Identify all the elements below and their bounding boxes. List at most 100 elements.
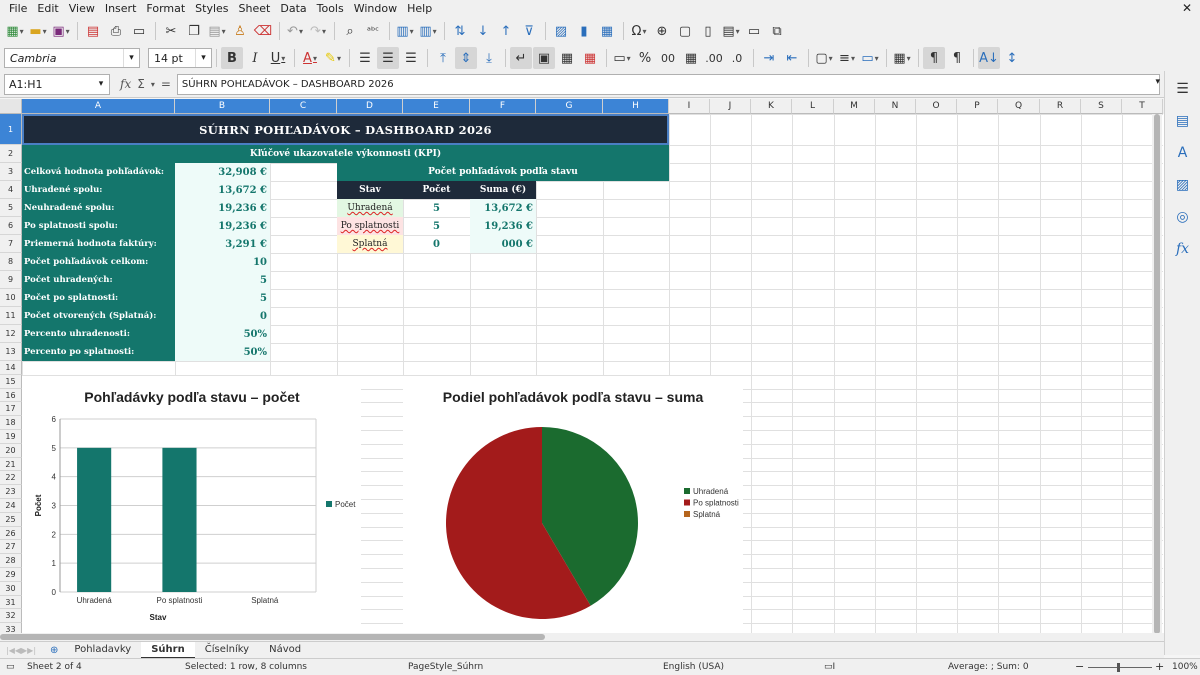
status-count[interactable]: 5 xyxy=(403,217,470,235)
undo-icon[interactable]: ↶ xyxy=(284,20,306,42)
formula-icon[interactable]: = xyxy=(161,77,171,91)
sheet-tab[interactable]: Pohladavky xyxy=(64,642,141,659)
column-header-g[interactable]: G xyxy=(536,99,603,114)
row-header[interactable]: 9 xyxy=(0,271,22,289)
paste-icon[interactable]: ▤ xyxy=(206,20,228,42)
merge-center-icon[interactable]: ▣ xyxy=(533,47,555,69)
print-preview-icon[interactable]: ▭ xyxy=(128,20,150,42)
find-replace-icon[interactable]: ⌕ xyxy=(339,20,361,42)
kpi-label[interactable]: Po splatnosti spolu: xyxy=(22,217,175,235)
column-header-q[interactable]: Q xyxy=(998,99,1040,114)
redo-icon[interactable]: ↷ xyxy=(307,20,329,42)
row-header[interactable]: 15 xyxy=(0,374,22,389)
print-icon[interactable]: ⎙ xyxy=(105,20,127,42)
text-left-to-right-icon[interactable]: A↓ xyxy=(978,47,1000,69)
kpi-label[interactable]: Počet otvorených (Splatná): xyxy=(22,307,175,325)
clear-formatting-icon[interactable]: ⌫ xyxy=(252,20,274,42)
highlight-color-icon[interactable]: ✎ xyxy=(322,47,344,69)
last-sheet-icon[interactable]: ▶| xyxy=(27,646,36,655)
ltr-direction-icon[interactable]: ¶ xyxy=(923,47,945,69)
status-name[interactable]: Po splatnosti xyxy=(337,217,403,235)
border-style-icon[interactable]: ≡ xyxy=(836,47,858,69)
autofilter-icon[interactable]: ⊽ xyxy=(518,20,540,42)
column-header-d[interactable]: D xyxy=(337,99,403,114)
align-right-icon[interactable]: ☰ xyxy=(400,47,422,69)
zoom-slider[interactable] xyxy=(1088,667,1152,668)
insert-image-icon[interactable]: ▨ xyxy=(550,20,572,42)
spelling-icon[interactable]: ᵃᵇᶜ xyxy=(362,20,384,42)
cut-icon[interactable]: ✂ xyxy=(160,20,182,42)
define-print-area-icon[interactable]: ▤ xyxy=(720,20,742,42)
currency-format-icon[interactable]: ▭ xyxy=(611,47,633,69)
kpi-label[interactable]: Počet po splatnosti: xyxy=(22,289,175,307)
text-top-to-bottom-icon[interactable]: ↕ xyxy=(1001,47,1023,69)
increase-indent-icon[interactable]: ⇥ xyxy=(758,47,780,69)
borders-icon[interactable]: ▢ xyxy=(813,47,835,69)
kpi-value[interactable]: 5 xyxy=(175,289,270,307)
status-sum[interactable]: 000 € xyxy=(470,235,536,253)
selection-mode-icon[interactable]: ▭I xyxy=(824,662,835,672)
column-header-o[interactable]: O xyxy=(916,99,957,114)
kpi-value[interactable]: 10 xyxy=(175,253,270,271)
row-header[interactable]: 24 xyxy=(0,499,22,513)
column-header-a[interactable]: A xyxy=(22,99,175,114)
status-column-header[interactable]: Suma (€) xyxy=(470,181,536,199)
pie-chart[interactable]: Podiel pohľadávok podľa stavu – suma Uhra… xyxy=(403,376,743,633)
row-header[interactable]: 10 xyxy=(0,289,22,307)
menu-insert[interactable]: Insert xyxy=(100,0,142,17)
column-header-n[interactable]: N xyxy=(875,99,916,114)
row-header[interactable]: 27 xyxy=(0,540,22,555)
status-sum[interactable]: 13,672 € xyxy=(470,199,536,217)
bar-chart[interactable]: Pohľadávky podľa stavu – počet 0 1 2 3 4 5 6 Uhr… xyxy=(22,376,361,633)
kpi-value[interactable]: 19,236 € xyxy=(175,217,270,235)
row-header[interactable]: 4 xyxy=(0,181,22,199)
menu-tools[interactable]: Tools xyxy=(312,0,349,17)
kpi-value[interactable]: 13,672 € xyxy=(175,181,270,199)
row-header[interactable]: 2 xyxy=(0,145,22,163)
delete-decimal-button[interactable]: .0 xyxy=(726,47,748,69)
first-sheet-icon[interactable]: |◀ xyxy=(6,646,15,655)
row-header[interactable]: 1 xyxy=(0,114,22,145)
kpi-header[interactable]: Kľúčové ukazovatele výkonnosti (KPI) xyxy=(22,145,669,163)
gallery-icon[interactable]: ▨ xyxy=(1173,175,1193,195)
name-box[interactable]: A1:H1 ▾ xyxy=(4,73,110,95)
row-header[interactable]: 33 xyxy=(0,623,22,633)
open-folder-icon[interactable]: ▬ xyxy=(27,20,49,42)
row-header[interactable]: 12 xyxy=(0,325,22,343)
italic-button[interactable]: I xyxy=(244,47,266,69)
status-name[interactable]: Splatná xyxy=(337,235,403,253)
bold-button[interactable]: B xyxy=(221,47,243,69)
font-size-combo[interactable]: 14 pt ▾ xyxy=(148,48,212,68)
row-header[interactable]: 29 xyxy=(0,568,22,582)
chevron-down-icon[interactable]: ▾ xyxy=(151,80,155,89)
copy-icon[interactable]: ❐ xyxy=(183,20,205,42)
row-header[interactable]: 25 xyxy=(0,512,22,527)
language-status[interactable]: English (USA) xyxy=(663,662,724,672)
scrollbar-thumb[interactable] xyxy=(1154,114,1160,634)
row-header[interactable]: 3 xyxy=(0,163,22,181)
row-header[interactable]: 30 xyxy=(0,581,22,596)
align-center-icon[interactable]: ☰ xyxy=(377,47,399,69)
row-header[interactable]: 21 xyxy=(0,457,22,472)
save-icon[interactable]: ▣ xyxy=(50,20,72,42)
close-document-icon[interactable]: ✕ xyxy=(1182,0,1192,17)
menu-data[interactable]: Data xyxy=(275,0,311,17)
row-header[interactable]: 8 xyxy=(0,253,22,271)
select-all-corner[interactable] xyxy=(0,99,22,114)
kpi-value[interactable]: 0 xyxy=(175,307,270,325)
sort-ascending-icon[interactable]: ↓ xyxy=(472,20,494,42)
menu-sheet[interactable]: Sheet xyxy=(234,0,276,17)
sheet-tab[interactable]: Číselníky xyxy=(195,642,259,659)
formula-summary[interactable]: Average: ; Sum: 0 xyxy=(948,662,1029,672)
freeze-rows-icon[interactable]: ▭ xyxy=(743,20,765,42)
chevron-down-icon[interactable]: ▾ xyxy=(195,49,211,67)
row-header[interactable]: 26 xyxy=(0,526,22,541)
kpi-label[interactable]: Počet uhradených: xyxy=(22,271,175,289)
function-wizard-icon[interactable]: fx xyxy=(120,77,131,91)
properties-icon[interactable]: ▤ xyxy=(1173,111,1193,131)
menu-format[interactable]: Format xyxy=(141,0,190,17)
sort-descending-icon[interactable]: ↑ xyxy=(495,20,517,42)
unmerge-cells-icon[interactable]: ▦ xyxy=(579,47,601,69)
scrollbar-thumb[interactable] xyxy=(0,634,545,640)
kpi-value[interactable]: 50% xyxy=(175,343,270,361)
